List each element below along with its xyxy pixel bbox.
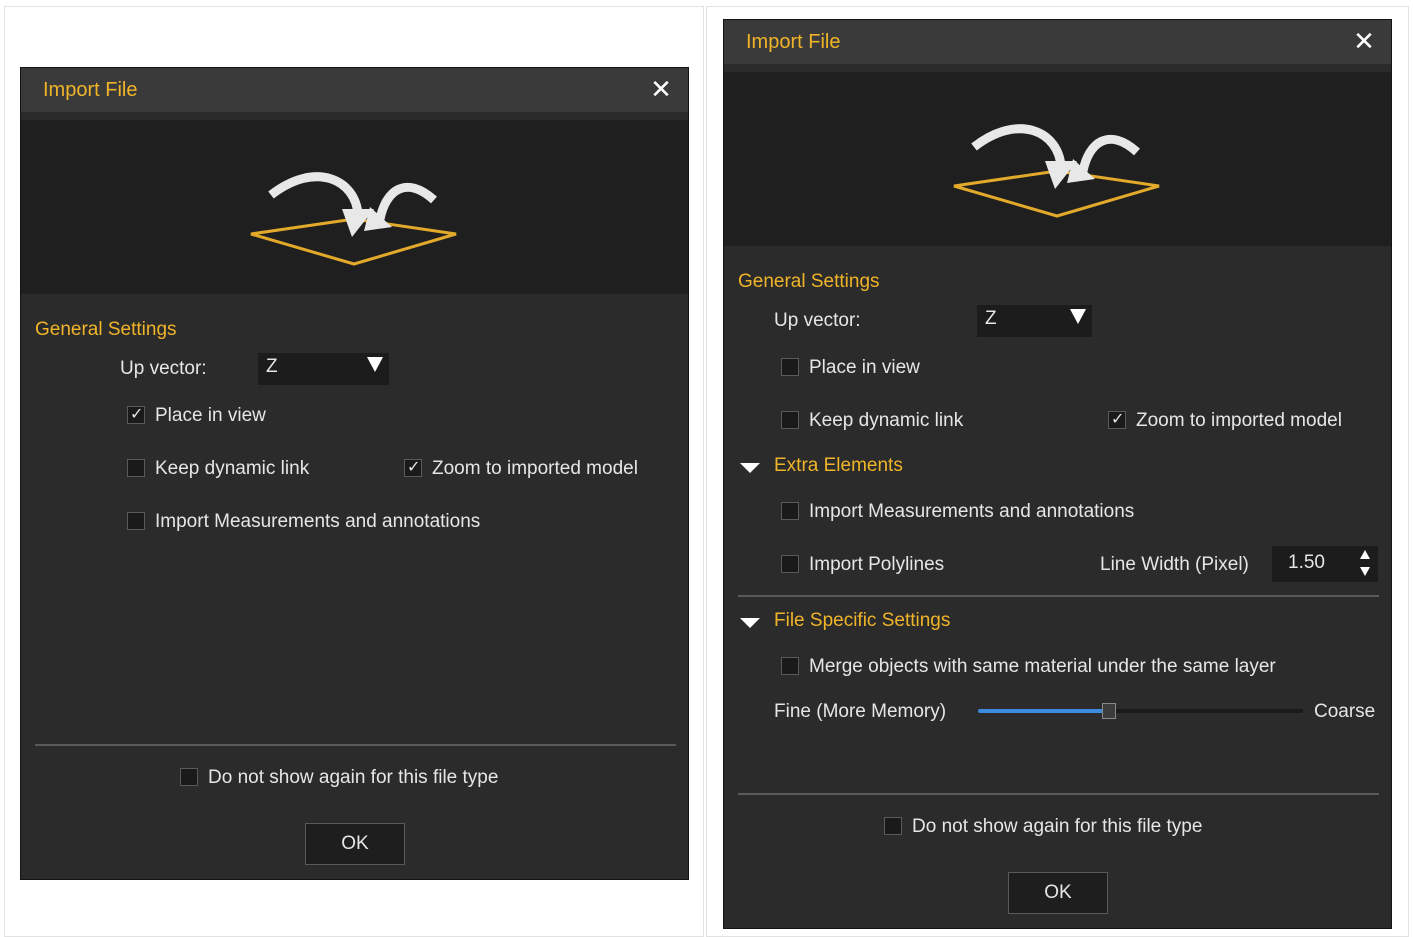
up-vector-value: Z [266, 356, 278, 377]
general-settings-heading: General Settings [738, 271, 880, 292]
extra-elements-collapse-icon[interactable] [740, 463, 760, 473]
close-icon[interactable]: ✕ [1349, 26, 1379, 56]
zoom-to-model-label: Zoom to imported model [1136, 410, 1342, 431]
keep-dynamic-link-label: Keep dynamic link [809, 410, 964, 431]
import-polylines-checkbox[interactable] [781, 555, 799, 573]
dialog-title: Import File [43, 79, 138, 101]
import-polylines-label: Import Polylines [809, 554, 945, 575]
place-in-view-checkbox[interactable]: ✓ [127, 406, 145, 424]
up-vector-label: Up vector: [120, 358, 207, 379]
memory-slider-thumb[interactable] [1102, 703, 1116, 719]
line-width-label: Line Width (Pixel) [1100, 554, 1249, 575]
slider-left-label: Fine (More Memory) [774, 701, 947, 722]
zoom-to-model-checkbox[interactable]: ✓ [1108, 411, 1126, 429]
dialog-titlebar[interactable]: Import File ✕ [21, 68, 688, 112]
section-divider [738, 595, 1379, 597]
import-arrows-plane-icon [953, 124, 1160, 218]
chevron-down-icon [1070, 309, 1086, 324]
up-vector-select[interactable]: Z [258, 353, 389, 385]
checkmark-icon: ✓ [407, 459, 421, 476]
import-banner [21, 120, 688, 294]
file-specific-heading[interactable]: File Specific Settings [774, 610, 950, 632]
zoom-to-model-label: Zoom to imported model [432, 458, 638, 479]
checkmark-icon: ✓ [1111, 411, 1125, 428]
place-in-view-checkbox[interactable] [781, 358, 799, 376]
chevron-down-icon [367, 357, 383, 372]
ok-button[interactable]: OK [1008, 872, 1108, 914]
do-not-show-checkbox[interactable] [884, 817, 902, 835]
zoom-to-model-checkbox[interactable]: ✓ [404, 459, 422, 477]
do-not-show-checkbox[interactable] [180, 768, 198, 786]
slider-right-label: Coarse [1314, 701, 1376, 722]
spin-down-icon[interactable] [1360, 567, 1370, 576]
up-vector-select[interactable]: Z [977, 305, 1092, 337]
import-arrows-plane-icon [250, 172, 457, 266]
dialog-titlebar[interactable]: Import File ✕ [724, 20, 1391, 64]
footer-divider [738, 793, 1379, 795]
up-vector-label: Up vector: [774, 310, 861, 331]
import-measurements-checkbox[interactable] [127, 512, 145, 530]
import-file-dialog-simple: Import File ✕ General Settings Up vector… [20, 67, 689, 880]
do-not-show-label: Do not show again for this file type [912, 816, 1203, 837]
place-in-view-label: Place in view [155, 405, 266, 426]
keep-dynamic-link-checkbox[interactable] [127, 459, 145, 477]
spin-up-icon[interactable] [1360, 550, 1370, 559]
memory-slider-fill [978, 709, 1108, 713]
do-not-show-label: Do not show again for this file type [208, 767, 499, 788]
import-measurements-label: Import Measurements and annotations [809, 501, 1135, 522]
up-vector-value: Z [985, 308, 997, 329]
close-icon[interactable]: ✕ [646, 74, 676, 104]
extra-elements-heading[interactable]: Extra Elements [774, 455, 903, 477]
import-banner [724, 72, 1391, 246]
merge-objects-label: Merge objects with same material under t… [809, 656, 1276, 677]
dialog-title: Import File [746, 31, 841, 53]
import-measurements-label: Import Measurements and annotations [155, 511, 481, 532]
file-specific-collapse-icon[interactable] [740, 618, 760, 628]
general-settings-heading: General Settings [35, 319, 177, 340]
line-width-spinbox[interactable]: 1.50 [1272, 546, 1378, 582]
keep-dynamic-link-checkbox[interactable] [781, 411, 799, 429]
import-measurements-checkbox[interactable] [781, 502, 799, 520]
line-width-value: 1.50 [1288, 552, 1325, 573]
import-file-dialog-extended: Import File ✕ General Settings Up vector… [723, 19, 1392, 929]
place-in-view-label: Place in view [809, 357, 920, 378]
checkmark-icon: ✓ [130, 406, 144, 423]
keep-dynamic-link-label: Keep dynamic link [155, 458, 310, 479]
merge-objects-checkbox[interactable] [781, 657, 799, 675]
footer-divider [35, 744, 676, 746]
ok-button[interactable]: OK [305, 823, 405, 865]
